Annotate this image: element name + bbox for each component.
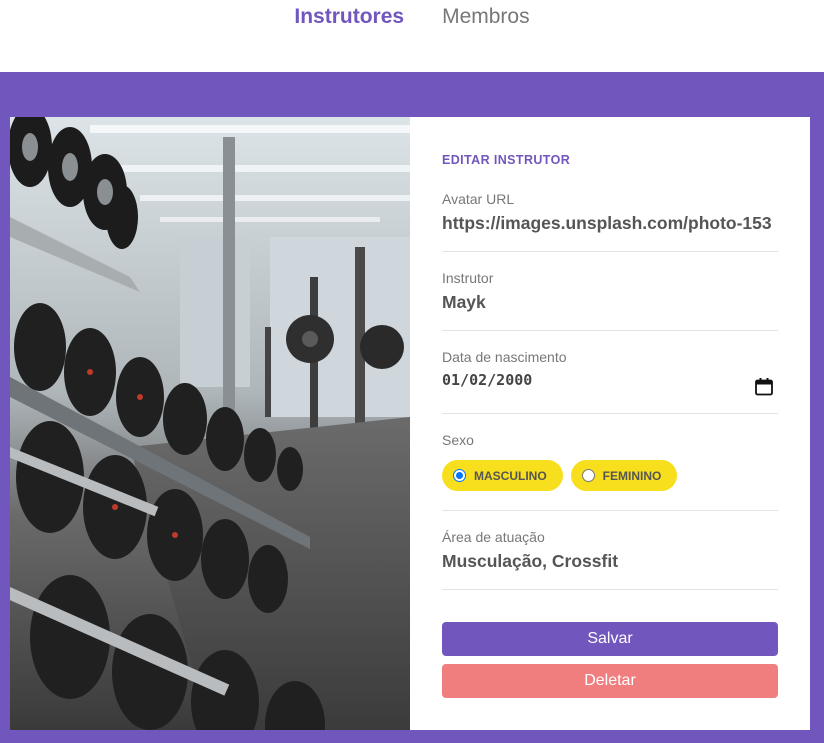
- birthdate-label: Data de nascimento: [442, 349, 567, 365]
- radio-feminino[interactable]: FEMININO: [570, 460, 678, 491]
- avatar-url-input[interactable]: https://images.unsplash.com/photo-153: [442, 213, 778, 234]
- area-input[interactable]: Musculação, Crossfit: [442, 551, 778, 572]
- instructor-card: EDITAR INSTRUTOR Avatar URL https://imag…: [10, 117, 810, 730]
- area-field: Área de atuação Musculação, Crossfit: [442, 529, 778, 590]
- sexo-radio-group: MASCULINO FEMININO: [442, 460, 778, 491]
- instructor-avatar-image: [10, 117, 410, 730]
- sexo-label: Sexo: [442, 432, 474, 448]
- sexo-field: Sexo MASCULINO FEMININO: [442, 432, 778, 511]
- radio-masculino-label: MASCULINO: [474, 468, 547, 483]
- top-navigation: Instrutores Membros: [0, 0, 824, 72]
- radio-feminino-label: FEMININO: [602, 468, 662, 483]
- nav-link-instrutores[interactable]: Instrutores: [294, 5, 404, 29]
- radio-feminino-dot[interactable]: [581, 469, 595, 482]
- instrutor-label: Instrutor: [442, 270, 494, 286]
- save-button[interactable]: Salvar: [442, 622, 778, 656]
- avatar-url-field: Avatar URL https://images.unsplash.com/p…: [442, 191, 778, 252]
- edit-instructor-form: EDITAR INSTRUTOR Avatar URL https://imag…: [410, 117, 810, 730]
- birthdate-field: Data de nascimento 01/02/2000: [442, 349, 778, 414]
- calendar-icon[interactable]: [754, 377, 774, 397]
- instrutor-input[interactable]: Mayk: [442, 292, 778, 313]
- gym-dumbbell-rack-photo: [10, 117, 410, 730]
- form-title: EDITAR INSTRUTOR: [442, 153, 571, 167]
- instrutor-field: Instrutor Mayk: [442, 270, 778, 331]
- birthdate-input[interactable]: 01/02/2000: [442, 371, 778, 389]
- area-label: Área de atuação: [442, 529, 545, 545]
- avatar-url-label: Avatar URL: [442, 191, 515, 207]
- radio-masculino-dot[interactable]: [453, 469, 466, 482]
- delete-button[interactable]: Deletar: [442, 664, 778, 698]
- radio-masculino[interactable]: MASCULINO: [442, 460, 563, 491]
- nav-link-membros[interactable]: Membros: [442, 5, 530, 29]
